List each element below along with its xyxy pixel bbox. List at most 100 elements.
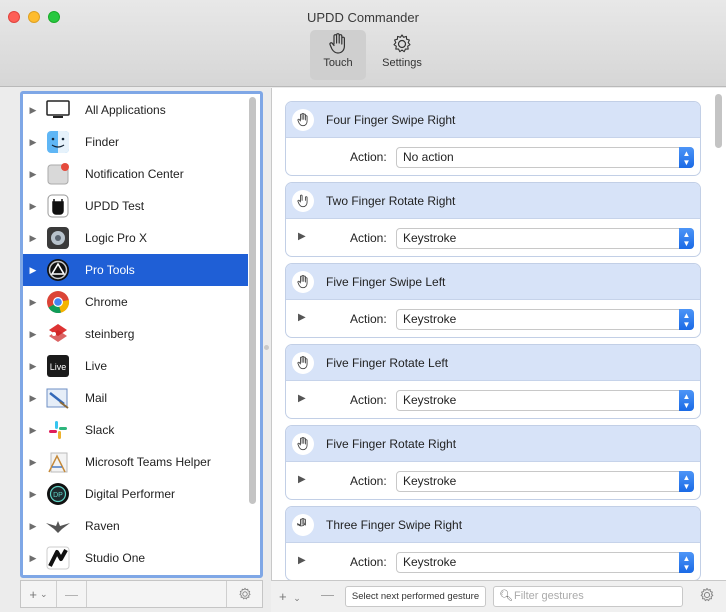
hand-gesture-icon <box>292 189 314 212</box>
app-row-live[interactable]: ▶ Live Live <box>23 350 248 382</box>
play-icon[interactable]: ▶ <box>298 393 306 404</box>
chevron-down-icon: ⌄ <box>293 593 301 603</box>
toolbar-touch-button[interactable]: Touch <box>310 30 366 80</box>
gesture-action-row: ▶ Action: Keystroke ▲ ▼ <box>286 219 700 256</box>
gesture-name: Five Finger Swipe Left <box>326 274 446 289</box>
gear-icon <box>393 34 411 53</box>
gestures-list[interactable]: Four Finger Swipe Right Action: No actio… <box>271 88 726 581</box>
remove-gesture-button[interactable]: — <box>321 587 334 602</box>
gestures-scrollbar[interactable] <box>715 94 722 148</box>
gesture-name: Three Finger Swipe Right <box>326 517 463 532</box>
action-value: Keystroke <box>403 231 457 245</box>
gear-icon <box>238 587 251 600</box>
action-select[interactable]: Keystroke ▲ ▼ <box>396 309 694 330</box>
disclosure-triangle-icon[interactable]: ▶ <box>25 425 41 436</box>
remove-application-button[interactable]: — <box>57 581 87 607</box>
disclosure-triangle-icon[interactable]: ▶ <box>25 169 41 180</box>
gesture-card: Three Finger Swipe Right ▶ Action: Keyst… <box>285 506 701 581</box>
play-icon[interactable]: ▶ <box>298 312 306 323</box>
gesture-name: Four Finger Swipe Right <box>326 112 456 127</box>
filter-gestures-field[interactable]: 🔍︎ Filter gestures <box>493 586 683 607</box>
filter-gestures-placeholder: Filter gestures <box>514 590 584 602</box>
toolbar-settings-label: Settings <box>382 57 422 69</box>
app-row-microsoft-teams-helper[interactable]: ▶ Microsoft Teams Helper <box>23 446 248 478</box>
notification-center-icon <box>45 161 71 187</box>
applications-footer: + ⌄ — <box>20 580 263 608</box>
action-select[interactable]: No action ▲ ▼ <box>396 147 694 168</box>
app-row-pro-tools[interactable]: ▶ Pro Tools <box>23 254 248 286</box>
app-name: Raven <box>85 519 120 533</box>
disclosure-triangle-icon[interactable]: ▶ <box>25 489 41 500</box>
logic-pro-icon <box>45 225 71 251</box>
disclosure-triangle-icon[interactable]: ▶ <box>25 137 41 148</box>
app-name: steinberg <box>85 327 135 341</box>
play-icon[interactable]: ▶ <box>298 555 306 566</box>
chrome-icon <box>45 289 71 315</box>
app-name: Logic Pro X <box>85 231 148 245</box>
app-name: Microsoft Teams Helper <box>85 455 211 469</box>
toolbar-touch-label: Touch <box>323 57 353 69</box>
action-select[interactable]: Keystroke ▲ ▼ <box>396 390 694 411</box>
add-gesture-button[interactable]: + ⌄ <box>279 589 301 604</box>
gear-icon <box>700 587 714 602</box>
play-icon[interactable]: ▶ <box>298 231 306 242</box>
action-select[interactable]: Keystroke ▲ ▼ <box>396 552 694 573</box>
digital-performer-icon: DP <box>45 481 71 507</box>
applications-scrollbar[interactable] <box>249 97 256 504</box>
application-settings-button[interactable] <box>226 581 262 607</box>
disclosure-triangle-icon[interactable]: ▶ <box>25 553 41 564</box>
app-row-logic-pro-x[interactable]: ▶ Logic Pro X <box>23 222 248 254</box>
action-value: Keystroke <box>403 555 457 569</box>
split-view-handle[interactable] <box>264 345 269 350</box>
toolbar-settings-button[interactable]: Settings <box>374 30 430 80</box>
app-name: UPDD Test <box>85 199 145 213</box>
disclosure-triangle-icon[interactable]: ▶ <box>25 233 41 244</box>
add-icon: + <box>29 586 38 602</box>
gesture-header: Five Finger Rotate Left <box>286 345 700 381</box>
disclosure-triangle-icon[interactable]: ▶ <box>25 201 41 212</box>
disclosure-triangle-icon[interactable]: ▶ <box>25 297 41 308</box>
hand-gesture-icon <box>292 108 314 131</box>
gesture-action-row: ▶ Action: Keystroke ▲ ▼ <box>286 381 700 418</box>
app-row-slack[interactable]: ▶ Slack <box>23 414 248 446</box>
select-next-gesture-button[interactable]: Select next performed gesture <box>345 586 486 607</box>
hand-gesture-icon <box>292 351 314 374</box>
app-row-steinberg[interactable]: ▶ steinberg <box>23 318 248 350</box>
minus-icon: — <box>321 587 334 602</box>
app-row-digital-performer[interactable]: ▶ DP Digital Performer <box>23 478 248 510</box>
add-application-button[interactable]: + ⌄ <box>21 581 57 607</box>
select-arrows-icon: ▲ ▼ <box>679 471 694 492</box>
app-row-raven[interactable]: ▶ Raven <box>23 510 248 542</box>
updd-test-icon <box>45 193 71 219</box>
action-select[interactable]: Keystroke ▲ ▼ <box>396 228 694 249</box>
gesture-header: Three Finger Swipe Right <box>286 507 700 543</box>
gesture-header: Four Finger Swipe Right <box>286 102 700 138</box>
disclosure-triangle-icon[interactable]: ▶ <box>25 457 41 468</box>
action-select[interactable]: Keystroke ▲ ▼ <box>396 471 694 492</box>
search-icon: 🔍︎ <box>499 590 513 602</box>
gesture-action-row: ▶ Action: Keystroke ▲ ▼ <box>286 300 700 337</box>
gesture-name: Five Finger Rotate Left <box>326 355 449 370</box>
window-titlebar: UPDD Commander Touch Settings <box>0 0 726 87</box>
disclosure-triangle-icon[interactable]: ▶ <box>25 361 41 372</box>
app-row-updd-test[interactable]: ▶ UPDD Test <box>23 190 248 222</box>
gesture-settings-button[interactable] <box>699 587 715 606</box>
disclosure-triangle-icon[interactable]: ▶ <box>25 393 41 404</box>
app-row-chrome[interactable]: ▶ Chrome <box>23 286 248 318</box>
disclosure-triangle-icon[interactable]: ▶ <box>25 105 41 116</box>
action-label: Action: <box>350 312 387 326</box>
app-row-notification-center[interactable]: ▶ Notification Center <box>23 158 248 190</box>
mail-icon <box>45 385 71 411</box>
disclosure-triangle-icon[interactable]: ▶ <box>25 521 41 532</box>
disclosure-triangle-icon[interactable]: ▶ <box>25 329 41 340</box>
select-arrows-icon: ▲ ▼ <box>679 552 694 573</box>
app-row-finder[interactable]: ▶ Finder <box>23 126 248 158</box>
app-name: Chrome <box>85 295 128 309</box>
applications-list[interactable]: ▶ All Applications ▶ Finder ▶ Notificati… <box>20 91 263 578</box>
app-row-studio-one[interactable]: ▶ Studio One <box>23 542 248 574</box>
app-row-mail[interactable]: ▶ Mail <box>23 382 248 414</box>
disclosure-triangle-icon[interactable]: ▶ <box>25 265 41 276</box>
play-icon[interactable]: ▶ <box>298 474 306 485</box>
app-row-all-applications[interactable]: ▶ All Applications <box>23 94 248 126</box>
app-name: Digital Performer <box>85 487 176 501</box>
